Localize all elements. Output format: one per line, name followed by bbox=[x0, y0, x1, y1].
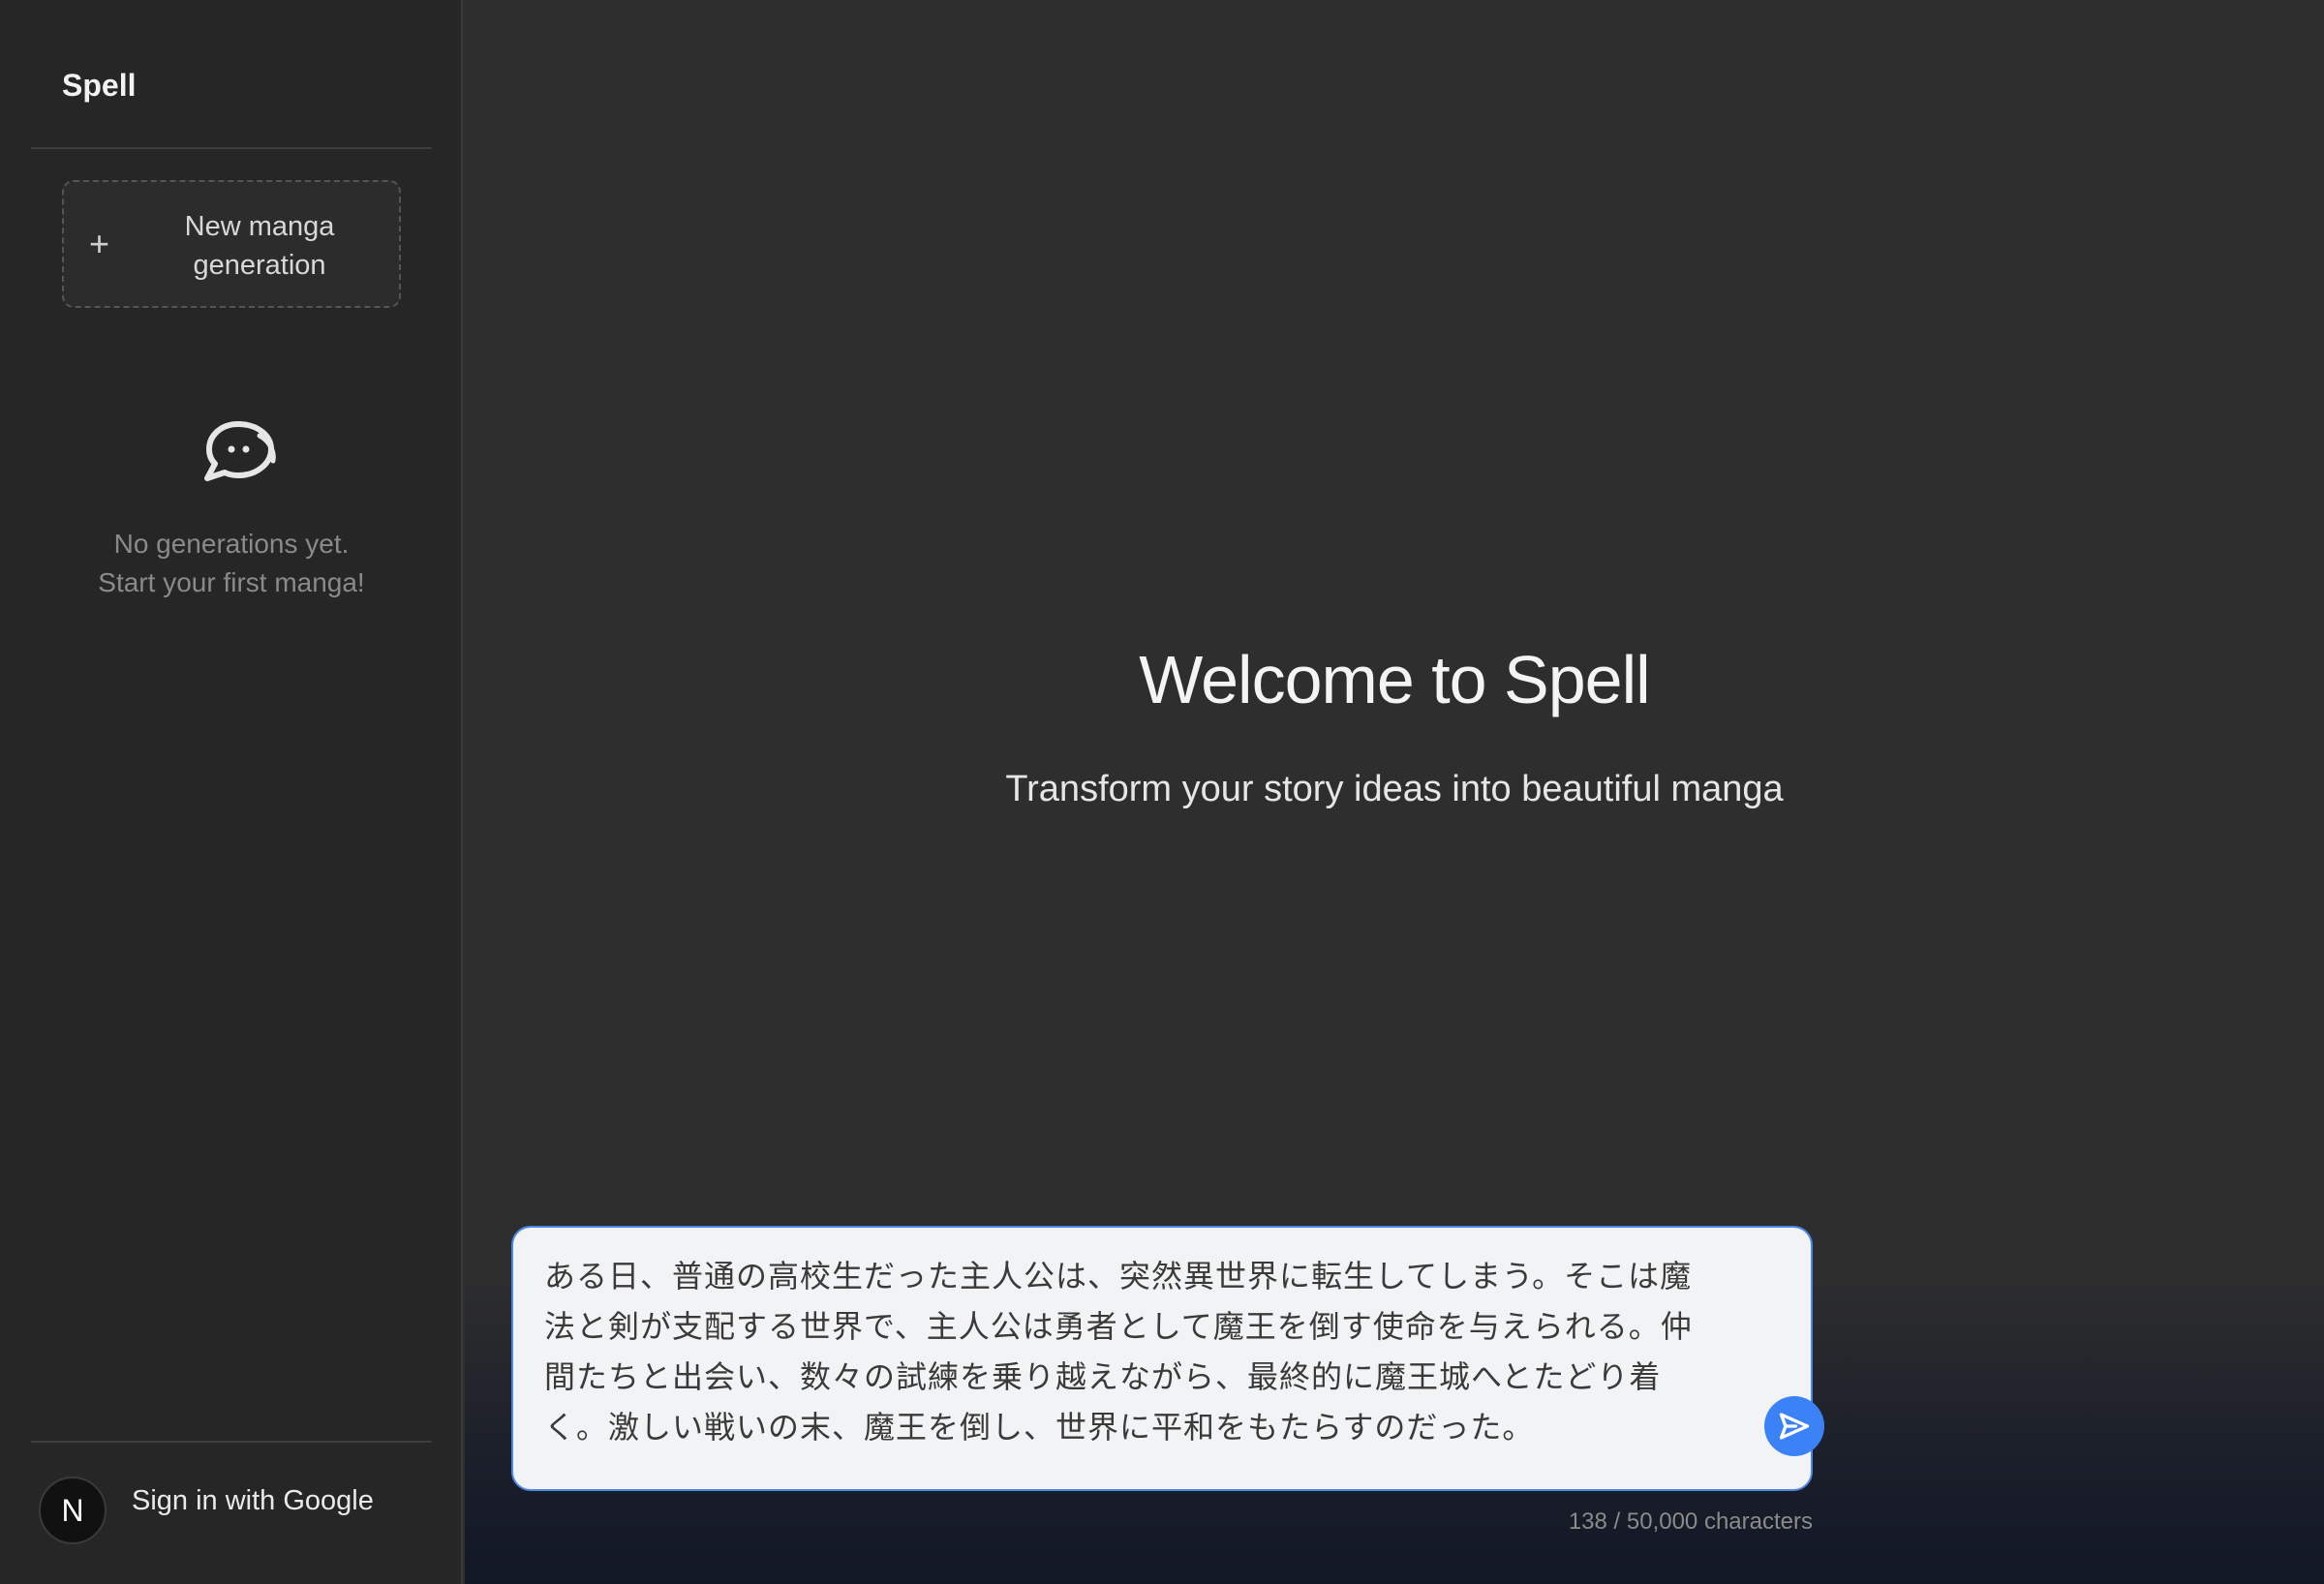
page-subtitle: Transform your story ideas into beautifu… bbox=[1005, 769, 1784, 809]
empty-state-line2: Start your first manga! bbox=[98, 567, 365, 597]
empty-state-line1: No generations yet. bbox=[113, 529, 350, 559]
new-manga-label: New manga generation bbox=[184, 211, 335, 281]
empty-state-text: No generations yet. Start your first man… bbox=[39, 525, 424, 602]
character-count: 138 / 50,000 characters bbox=[1568, 1508, 1813, 1535]
new-manga-button[interactable]: + New manga generation bbox=[62, 180, 401, 308]
sidebar: Spell + New manga generation No generati… bbox=[0, 0, 463, 1584]
page-title: Welcome to Spell bbox=[1139, 642, 1650, 717]
story-input-text[interactable]: ある日、普通の高校生だった主人公は、突然異世界に転生してしまう。そこは魔法と剣が… bbox=[544, 1251, 1697, 1452]
chat-bubble-icon bbox=[204, 421, 276, 481]
main-panel: Welcome to Spell Transform your story id… bbox=[465, 0, 2324, 1584]
app-brand[interactable]: Spell bbox=[62, 68, 136, 104]
sign-in-with-google-button[interactable]: N Sign in with Google bbox=[39, 1476, 426, 1545]
story-input[interactable]: ある日、普通の高校生だった主人公は、突然異世界に転生してしまう。そこは魔法と剣が… bbox=[511, 1226, 1824, 1491]
avatar: N bbox=[39, 1477, 107, 1544]
sign-in-label: Sign in with Google bbox=[132, 1484, 374, 1516]
send-button[interactable] bbox=[1764, 1396, 1824, 1456]
send-icon bbox=[1779, 1413, 1810, 1440]
plus-icon: + bbox=[89, 224, 110, 263]
sidebar-divider bbox=[31, 147, 432, 149]
sidebar-footer-divider bbox=[31, 1441, 432, 1443]
